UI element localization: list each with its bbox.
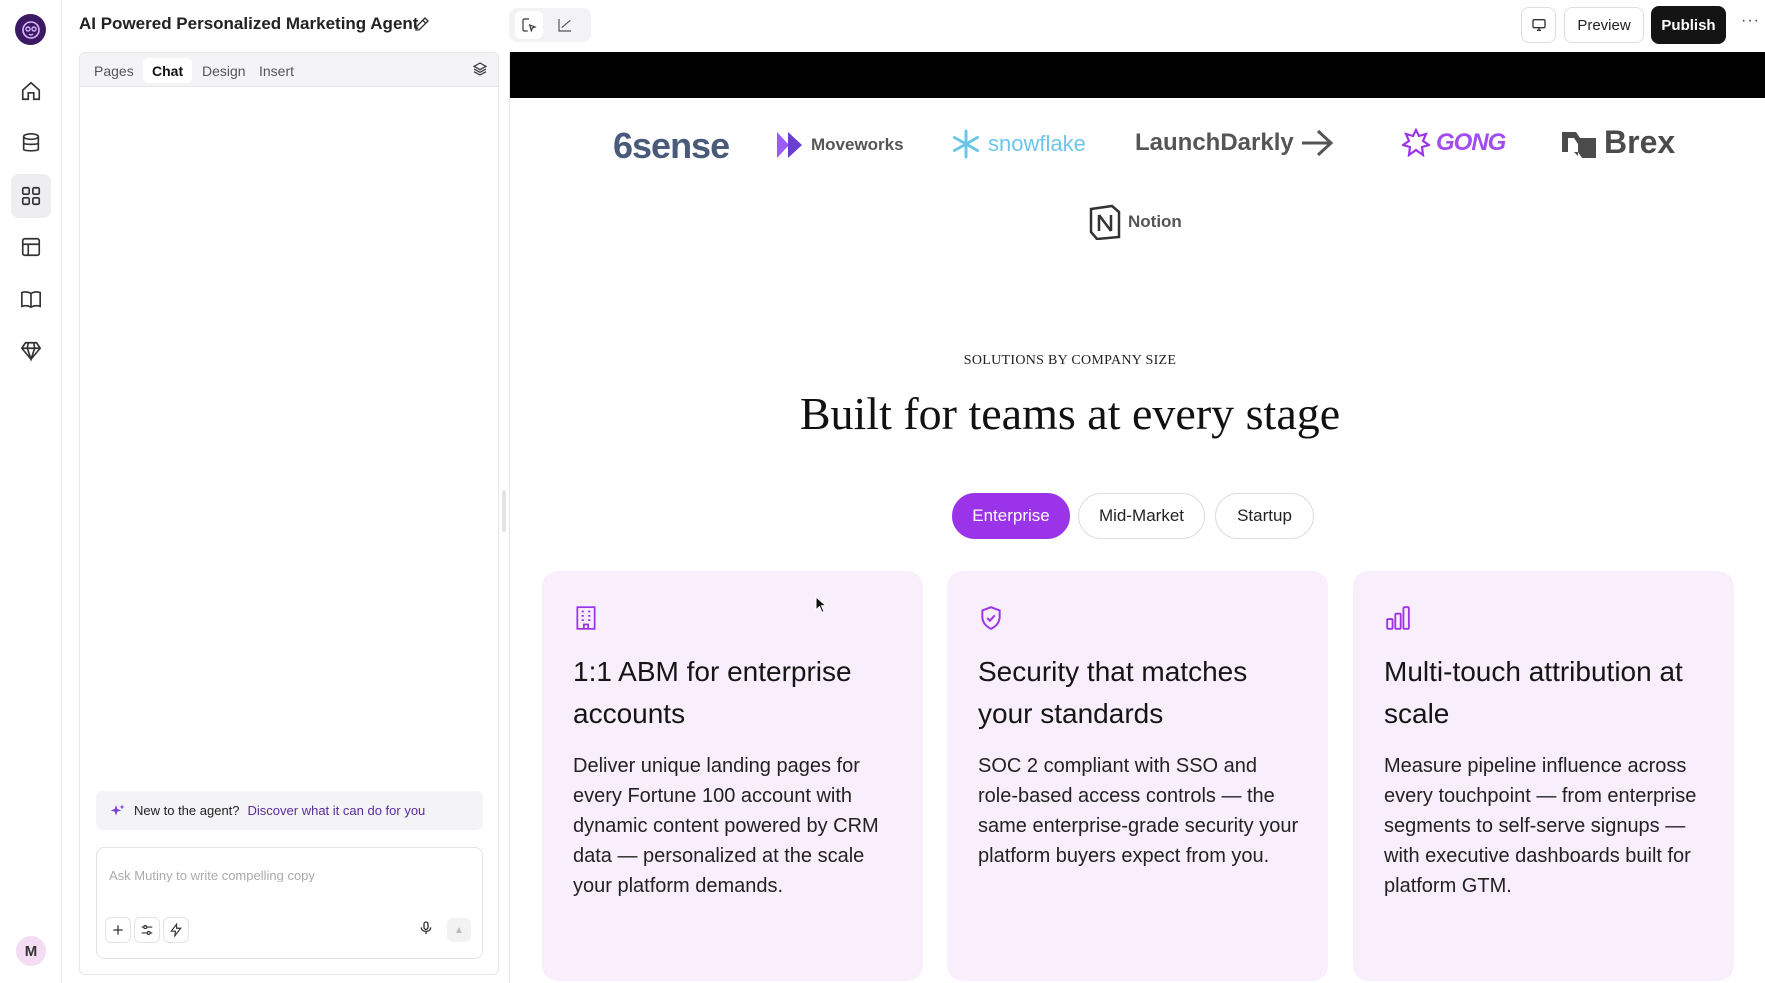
gong-burst-icon	[1402, 128, 1430, 158]
bar-chart-icon	[1386, 606, 1410, 630]
tab-insert[interactable]: Insert	[250, 58, 303, 83]
quick-action-button[interactable]	[163, 917, 189, 943]
grid-icon	[21, 186, 41, 206]
logo-6sense: 6sense	[613, 125, 730, 166]
rail-templates[interactable]	[16, 232, 46, 262]
microphone-icon[interactable]	[418, 919, 434, 937]
panel-resize-handle[interactable]	[502, 490, 506, 532]
sliders-icon	[141, 925, 153, 935]
layers-icon[interactable]	[472, 61, 488, 77]
hint-text: New to the agent?	[134, 803, 240, 818]
brex-mark-icon	[1562, 131, 1596, 158]
layout-icon	[21, 237, 41, 257]
editor-tool-group	[509, 8, 591, 42]
panel-tabs: Pages Chat Design Insert	[80, 53, 498, 87]
tab-chat[interactable]: Chat	[143, 58, 193, 83]
chat-input[interactable]: Ask Mutiny to write compelling copy	[109, 868, 315, 882]
snowflake-icon	[953, 129, 979, 159]
agent-hint-banner: New to the agent? Discover what it can d…	[96, 791, 483, 830]
section-headline: Built for teams at every stage	[799, 388, 1341, 439]
more-options-button[interactable]: ···	[1741, 12, 1760, 30]
section-eyebrow: SOLUTIONS BY COMPANY SIZE	[963, 353, 1177, 368]
top-bar: AI Powered Personalized Marketing Agent …	[62, 0, 1765, 50]
logo-brex: Brex	[1560, 124, 1675, 161]
settings-button[interactable]	[134, 917, 160, 943]
database-icon	[22, 133, 40, 152]
chat-panel: Pages Chat Design Insert New to the agen…	[79, 52, 499, 975]
chart-line-icon	[558, 19, 571, 32]
sparkle-icon	[110, 803, 125, 816]
page-canvas: 6sense Moveworks snowflake LaunchDarkly …	[509, 52, 1765, 983]
mouse-cursor-icon	[815, 596, 827, 614]
plus-icon	[113, 925, 123, 935]
tab-pages[interactable]: Pages	[85, 58, 143, 83]
rail-data[interactable]	[16, 128, 46, 158]
lightning-icon	[170, 923, 182, 937]
analytics-tool-button[interactable]	[551, 11, 579, 39]
logo-moveworks: Moveworks	[775, 130, 904, 160]
attach-button[interactable]	[105, 917, 131, 943]
arrow-right-icon	[1301, 129, 1333, 157]
rail-premium[interactable]	[16, 336, 46, 366]
logo-gong: GONG	[1402, 128, 1506, 158]
solution-card[interactable]: Security that matches your standards SOC…	[947, 571, 1328, 981]
diamond-icon	[20, 341, 42, 362]
owl-logo-icon	[21, 20, 40, 39]
app-logo[interactable]	[15, 14, 46, 45]
home-icon	[21, 81, 41, 101]
rail-experiences[interactable]	[11, 174, 51, 218]
cursor-select-icon	[522, 18, 537, 33]
monitor-icon	[1531, 18, 1546, 31]
card-body: Measure pipeline influence across every …	[1384, 755, 1697, 897]
card-title: Security that matches your standards	[978, 656, 1248, 729]
tab-design[interactable]: Design	[193, 58, 255, 83]
book-icon	[21, 291, 41, 309]
nav-rail: M	[0, 0, 62, 983]
discover-link[interactable]: Discover what it can do for you	[248, 803, 426, 818]
moveworks-mark-icon	[777, 132, 802, 158]
device-preview-button[interactable]	[1521, 7, 1556, 43]
segment-enterprise[interactable]: Enterprise	[952, 493, 1070, 539]
send-button[interactable]: ▲	[447, 918, 471, 942]
page-title: AI Powered Personalized Marketing Agent	[79, 14, 419, 33]
chat-composer: Ask Mutiny to write compelling copy ▲	[96, 847, 483, 959]
logo-launchdarkly: LaunchDarkly	[1135, 128, 1334, 158]
rail-library[interactable]	[16, 284, 46, 314]
card-body: SOC 2 compliant with SSO and role-based …	[978, 755, 1299, 867]
user-avatar[interactable]: M	[16, 936, 46, 966]
segment-mid-market[interactable]: Mid-Market	[1078, 493, 1205, 539]
logo-snowflake: snowflake	[950, 128, 1086, 160]
pencil-icon[interactable]	[413, 15, 431, 33]
building-icon	[576, 606, 596, 630]
logo-notion: Notion	[1088, 204, 1182, 240]
shield-check-icon	[981, 606, 1001, 630]
solution-card[interactable]: Multi-touch attribution at scale Measure…	[1353, 571, 1734, 981]
publish-button[interactable]: Publish	[1651, 6, 1726, 44]
preview-button[interactable]: Preview	[1564, 7, 1644, 43]
page-header-bar	[510, 52, 1765, 98]
card-title: 1:1 ABM for enterprise accounts	[573, 656, 852, 729]
rail-home[interactable]	[16, 76, 46, 106]
notion-n-icon	[1089, 204, 1121, 240]
card-body: Deliver unique landing pages for every F…	[573, 755, 879, 897]
card-title: Multi-touch attribution at scale	[1384, 656, 1683, 729]
solution-card[interactable]: 1:1 ABM for enterprise accounts Deliver …	[542, 571, 923, 981]
select-tool-button[interactable]	[515, 11, 543, 39]
segment-startup[interactable]: Startup	[1215, 493, 1314, 539]
